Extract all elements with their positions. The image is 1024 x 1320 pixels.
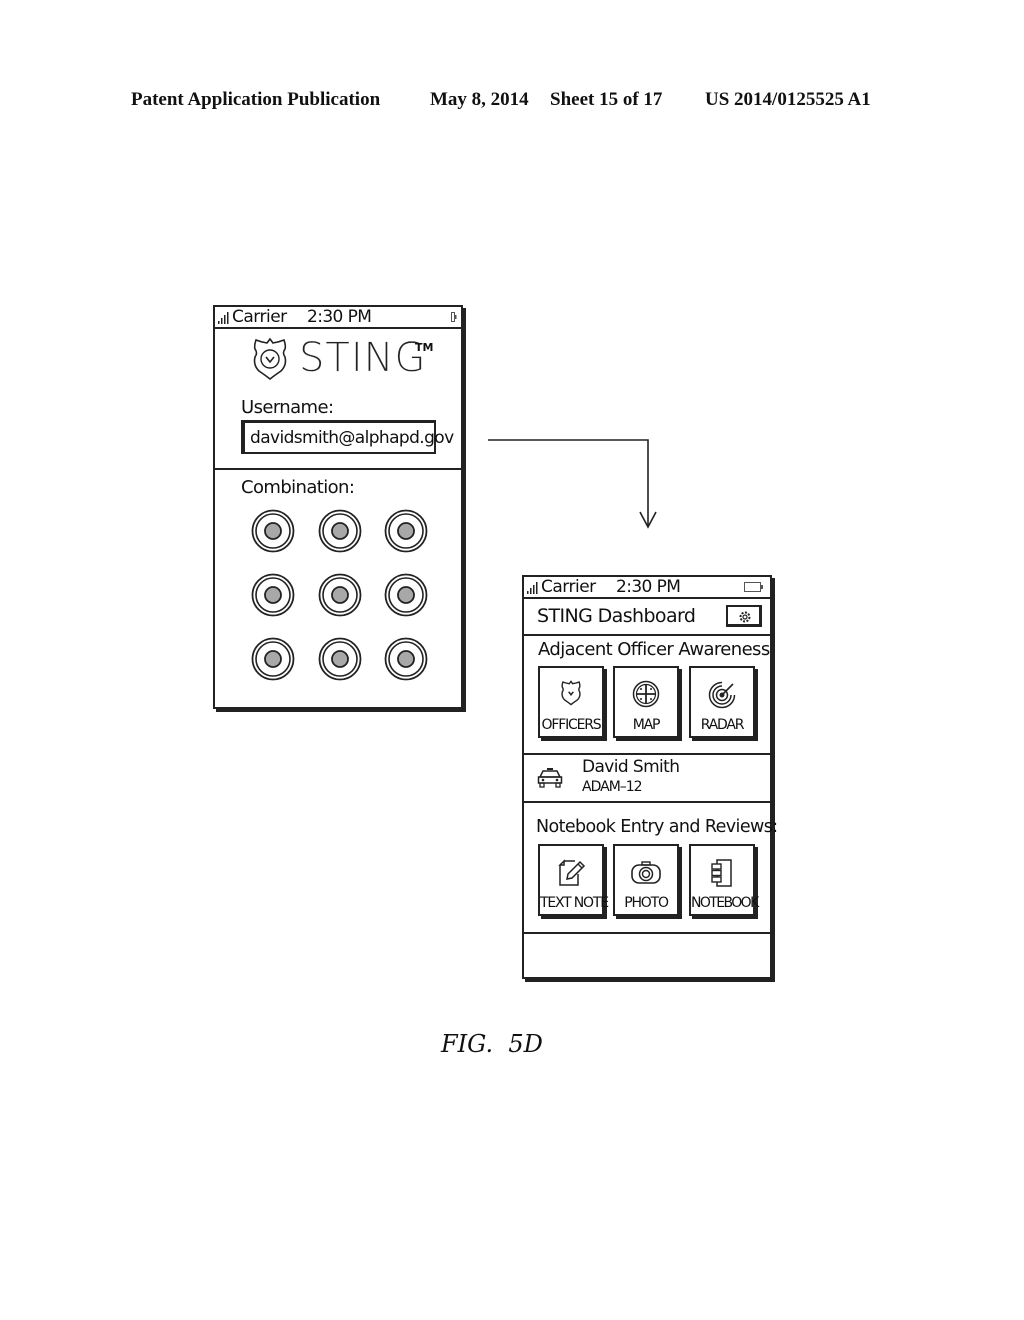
officers-tile[interactable]: OFFICERS (538, 666, 604, 738)
dial-icon (384, 509, 428, 553)
publication-date: May 8, 2014 (430, 89, 529, 110)
settings-button[interactable] (726, 605, 762, 627)
combination-dial[interactable] (384, 637, 428, 681)
figure-caption: FIG. 5D (441, 1030, 543, 1058)
dashboard-title: STING Dashboard (537, 605, 696, 627)
combination-dial[interactable] (384, 509, 428, 553)
tile-label: RADAR (700, 717, 745, 733)
battery-icon (744, 582, 763, 592)
gear-icon (739, 611, 751, 623)
divider (524, 801, 770, 803)
dial-icon (318, 509, 362, 553)
signal-icon (527, 582, 538, 594)
officer-name: David Smith (582, 757, 680, 777)
tile-label: NOTEBOOK (691, 895, 759, 911)
notebook-heading: Notebook Entry and Reviews: (536, 817, 778, 837)
officer-card[interactable]: David Smith ADAM–12 (524, 755, 770, 801)
publication-label: Patent Application Publication (131, 89, 381, 110)
combination-dial[interactable] (251, 637, 295, 681)
pencil-note-icon (558, 859, 586, 886)
dial-icon (318, 573, 362, 617)
tile-label: OFFICERS (541, 717, 602, 733)
carrier-label: Carrier (541, 577, 596, 597)
tile-label: PHOTO (624, 895, 669, 911)
notebook-tile[interactable]: NOTEBOOK (689, 844, 759, 916)
tile-label: MAP (632, 717, 661, 733)
officer-unit: ADAM–12 (582, 779, 643, 795)
combination-dial[interactable] (318, 509, 362, 553)
patent-number: US 2014/0125525 A1 (705, 89, 871, 110)
radar-tile[interactable]: RADAR (689, 666, 755, 738)
combination-dial[interactable] (318, 573, 362, 617)
photo-tile[interactable]: PHOTO (613, 844, 679, 916)
dial-icon (251, 573, 295, 617)
shield-badge-icon (561, 680, 581, 706)
combination-grid (215, 307, 461, 707)
police-car-icon (537, 768, 563, 788)
combination-dial[interactable] (384, 573, 428, 617)
flow-arrow (488, 439, 657, 529)
clock: 2:30 PM (616, 577, 681, 597)
camera-icon (631, 861, 661, 884)
divider (524, 932, 770, 934)
combination-dial[interactable] (318, 637, 362, 681)
login-screen: Carrier 2:30 PM STING TM Username: david… (213, 305, 463, 709)
status-bar: Carrier 2:30 PM (524, 577, 770, 599)
dial-icon (384, 573, 428, 617)
notebook-icon (711, 859, 732, 887)
radar-icon (708, 681, 736, 709)
combination-dial[interactable] (251, 573, 295, 617)
tile-label: TEXT NOTE (540, 895, 609, 911)
divider (524, 634, 770, 636)
sheet-number: Sheet 15 of 17 (550, 89, 663, 110)
awareness-heading: Adjacent Officer Awareness (538, 639, 770, 660)
combination-dial[interactable] (251, 509, 295, 553)
text-note-tile[interactable]: TEXT NOTE (538, 844, 609, 916)
map-wheel-icon (632, 680, 660, 708)
dial-icon (251, 509, 295, 553)
dial-icon (251, 637, 295, 681)
dashboard-screen: Carrier 2:30 PM STING Dashboard Adjacent… (522, 575, 778, 979)
map-tile[interactable]: MAP (613, 666, 679, 738)
dial-icon (384, 637, 428, 681)
dial-icon (318, 637, 362, 681)
